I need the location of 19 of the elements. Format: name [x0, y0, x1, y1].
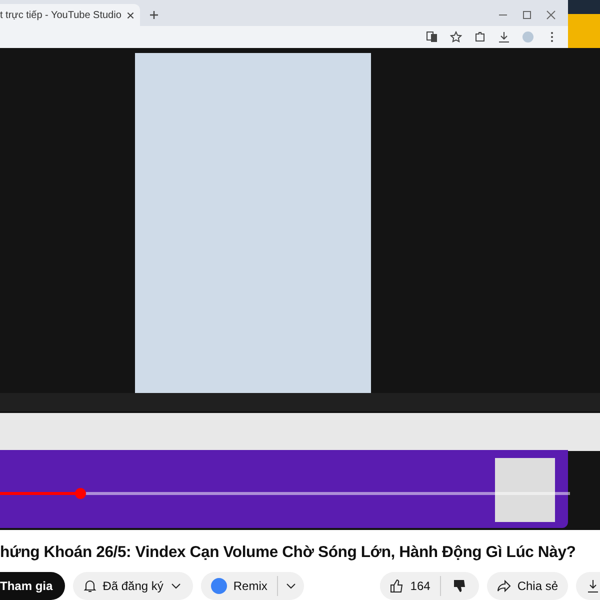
download-button[interactable]	[576, 572, 600, 600]
browser-tab[interactable]: t trực tiếp - YouTube Studio	[0, 4, 140, 26]
download-icon	[586, 579, 600, 593]
progress-bar[interactable]	[0, 490, 570, 496]
new-tab-icon[interactable]	[150, 11, 158, 19]
thumbs-down-icon[interactable]	[453, 579, 468, 593]
download-icon[interactable]	[498, 31, 510, 43]
share-button[interactable]: Chia sẻ	[487, 572, 568, 600]
bell-icon	[82, 579, 97, 593]
close-icon[interactable]	[127, 12, 134, 18]
close-icon[interactable]	[546, 10, 556, 20]
star-icon[interactable]	[450, 31, 462, 43]
subscribed-button[interactable]: Đã đăng ký	[72, 572, 194, 600]
share-icon	[497, 579, 512, 593]
thumbs-up-icon	[390, 579, 404, 593]
join-button[interactable]: Tham gia	[0, 572, 65, 600]
maximize-icon[interactable]	[522, 10, 532, 20]
remix-icon	[211, 578, 228, 594]
video-title: hứng Khoán 26/5: Vindex Cạn Volume Chờ Sóng Lớn, Hành Động Gì Lúc Này?	[0, 543, 577, 562]
